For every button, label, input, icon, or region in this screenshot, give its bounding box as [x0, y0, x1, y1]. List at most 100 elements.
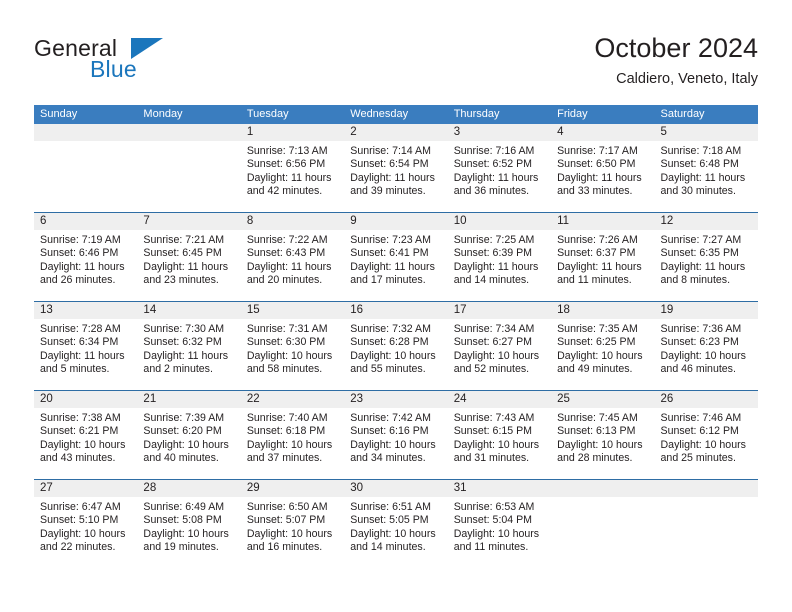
daylight-text-line1: Daylight: 11 hours	[557, 171, 642, 184]
sunset-text: Sunset: 6:23 PM	[660, 336, 739, 349]
day-number-7[interactable]: 7	[137, 213, 240, 230]
day-number-4[interactable]: 4	[551, 124, 654, 141]
day-cell-8[interactable]: Sunrise: 7:22 AM Sunset: 6:43 PM Daylight:…	[241, 230, 344, 301]
daylight-text-line2: and 36 minutes.	[453, 184, 530, 197]
daylight-text-line1: Daylight: 11 hours	[453, 260, 539, 273]
day-number-9[interactable]: 9	[344, 213, 447, 230]
weekday-header-thursday: Thursday	[453, 108, 500, 120]
day-number-17[interactable]: 17	[448, 302, 551, 319]
day-cell-20[interactable]: Sunrise: 7:38 AM Sunset: 6:21 PM Daylight:…	[34, 408, 137, 479]
day-number-10[interactable]: 10	[448, 213, 551, 230]
day-number-19[interactable]: 19	[655, 302, 758, 319]
day-number-5[interactable]: 5	[655, 124, 758, 141]
weekday-header-saturday: Saturday	[660, 108, 705, 120]
day-number-12[interactable]: 12	[655, 213, 758, 230]
day-number-26[interactable]: 26	[655, 391, 758, 408]
day-number-18[interactable]: 18	[551, 302, 654, 319]
sunset-text: Sunset: 6:37 PM	[557, 247, 636, 260]
sunset-text: Sunset: 6:28 PM	[350, 336, 429, 349]
day-cell-28[interactable]: Sunrise: 6:49 AM Sunset: 5:08 PM Daylight:…	[137, 497, 240, 568]
day-number-31[interactable]: 31	[448, 480, 551, 497]
daylight-text-line1: Daylight: 10 hours	[453, 349, 540, 362]
day-number-15[interactable]: 15	[241, 302, 344, 319]
day-cell-5[interactable]: Sunrise: 7:18 AM Sunset: 6:48 PM Daylight:…	[655, 141, 758, 212]
day-cell-3[interactable]: Sunrise: 7:16 AM Sunset: 6:52 PM Daylight:…	[448, 141, 551, 212]
daylight-text-line1: Daylight: 10 hours	[246, 438, 333, 451]
masthead: General Blue October 2024 Caldiero, Vene…	[34, 32, 758, 96]
daylight-text-line1: Daylight: 10 hours	[453, 527, 540, 540]
day-cell-7[interactable]: Sunrise: 7:21 AM Sunset: 6:45 PM Daylight:…	[137, 230, 240, 301]
day-number-11[interactable]: 11	[551, 213, 654, 230]
sunrise-text: Sunrise: 7:39 AM	[143, 412, 225, 424]
day-cell-24[interactable]: Sunrise: 7:43 AM Sunset: 6:15 PM Daylight:…	[448, 408, 551, 479]
sunset-text: Sunset: 5:05 PM	[350, 514, 429, 527]
day-number-13[interactable]: 13	[34, 302, 137, 319]
brand-logo[interactable]: General Blue	[34, 32, 274, 90]
daylight-text-line2: and 58 minutes.	[246, 362, 323, 375]
daylight-text-line2: and 11 minutes.	[557, 273, 632, 286]
sunrise-text: Sunrise: 7:42 AM	[350, 412, 431, 424]
daylight-text-line1: Daylight: 11 hours	[350, 260, 435, 273]
sunrise-text: Sunrise: 6:51 AM	[350, 501, 431, 513]
day-cell-17[interactable]: Sunrise: 7:34 AM Sunset: 6:27 PM Daylight:…	[448, 319, 551, 390]
daylight-text-line1: Daylight: 10 hours	[350, 349, 436, 362]
day-cell-9[interactable]: Sunrise: 7:23 AM Sunset: 6:41 PM Daylight:…	[344, 230, 447, 301]
sunset-text: Sunset: 6:52 PM	[453, 158, 533, 171]
day-cell-2[interactable]: Sunrise: 7:14 AM Sunset: 6:54 PM Daylight:…	[344, 141, 447, 212]
day-number-24[interactable]: 24	[448, 391, 551, 408]
day-number-20[interactable]: 20	[34, 391, 137, 408]
day-cell-10[interactable]: Sunrise: 7:25 AM Sunset: 6:39 PM Daylight:…	[448, 230, 551, 301]
day-cell-1[interactable]: Sunrise: 7:13 AM Sunset: 6:56 PM Daylight:…	[241, 141, 344, 212]
daylight-text-line2: and 40 minutes.	[143, 451, 219, 464]
day-number-29[interactable]: 29	[241, 480, 344, 497]
daylight-text-line1: Daylight: 11 hours	[453, 171, 539, 184]
sunset-text: Sunset: 6:46 PM	[40, 247, 119, 260]
day-cell-31[interactable]: Sunrise: 6:53 AM Sunset: 5:04 PM Daylight:…	[448, 497, 551, 568]
day-cell-4[interactable]: Sunrise: 7:17 AM Sunset: 6:50 PM Daylight:…	[551, 141, 654, 212]
daylight-text-line1: Daylight: 11 hours	[557, 260, 642, 273]
day-cell-15[interactable]: Sunrise: 7:31 AM Sunset: 6:30 PM Daylight:…	[241, 319, 344, 390]
day-cell-18[interactable]: Sunrise: 7:35 AM Sunset: 6:25 PM Daylight:…	[551, 319, 654, 390]
day-cell-14[interactable]: Sunrise: 7:30 AM Sunset: 6:32 PM Daylight:…	[137, 319, 240, 390]
day-number-27[interactable]: 27	[34, 480, 137, 497]
day-cell-6[interactable]: Sunrise: 7:19 AM Sunset: 6:46 PM Daylight:…	[34, 230, 137, 301]
day-number-21[interactable]: 21	[137, 391, 240, 408]
day-cell-11[interactable]: Sunrise: 7:26 AM Sunset: 6:37 PM Daylight:…	[551, 230, 654, 301]
sunrise-text: Sunrise: 7:16 AM	[453, 145, 535, 157]
day-number-band: 6 7 8 9 10 11 12	[34, 213, 758, 230]
day-number-6[interactable]: 6	[34, 213, 137, 230]
day-number-2[interactable]: 2	[344, 124, 447, 141]
day-number-25[interactable]: 25	[551, 391, 654, 408]
day-number-3[interactable]: 3	[448, 124, 551, 141]
day-cell-21[interactable]: Sunrise: 7:39 AM Sunset: 6:20 PM Daylight:…	[137, 408, 240, 479]
daylight-text-line1: Daylight: 11 hours	[40, 349, 125, 362]
sunrise-text: Sunrise: 7:43 AM	[453, 412, 535, 424]
page-subtitle: Caldiero, Veneto, Italy	[616, 71, 758, 87]
day-number-22[interactable]: 22	[241, 391, 344, 408]
sunrise-text: Sunrise: 7:36 AM	[660, 323, 742, 335]
day-number-1[interactable]: 1	[241, 124, 344, 141]
daylight-text-line1: Daylight: 10 hours	[40, 438, 126, 451]
day-cell-29[interactable]: Sunrise: 6:50 AM Sunset: 5:07 PM Daylight:…	[241, 497, 344, 568]
day-cell-25[interactable]: Sunrise: 7:45 AM Sunset: 6:13 PM Daylight:…	[551, 408, 654, 479]
day-cell-30[interactable]: Sunrise: 6:51 AM Sunset: 5:05 PM Daylight:…	[344, 497, 447, 568]
day-number-30[interactable]: 30	[344, 480, 447, 497]
sunrise-text: Sunrise: 7:35 AM	[557, 323, 638, 335]
sunset-text: Sunset: 6:54 PM	[350, 158, 429, 171]
day-number-8[interactable]: 8	[241, 213, 344, 230]
day-cell-27[interactable]: Sunrise: 6:47 AM Sunset: 5:10 PM Daylight:…	[34, 497, 137, 568]
day-cell-26[interactable]: Sunrise: 7:46 AM Sunset: 6:12 PM Daylight:…	[655, 408, 758, 479]
day-cell-16[interactable]: Sunrise: 7:32 AM Sunset: 6:28 PM Daylight:…	[344, 319, 447, 390]
day-cell-13[interactable]: Sunrise: 7:28 AM Sunset: 6:34 PM Daylight:…	[34, 319, 137, 390]
day-number-23[interactable]: 23	[344, 391, 447, 408]
day-number-14[interactable]: 14	[137, 302, 240, 319]
daylight-text-line2: and 20 minutes.	[246, 273, 323, 286]
day-cell-23[interactable]: Sunrise: 7:42 AM Sunset: 6:16 PM Daylight:…	[344, 408, 447, 479]
sunset-text: Sunset: 6:13 PM	[557, 425, 636, 438]
daylight-text-line2: and 34 minutes.	[350, 451, 426, 464]
day-cell-22[interactable]: Sunrise: 7:40 AM Sunset: 6:18 PM Daylight:…	[241, 408, 344, 479]
day-number-16[interactable]: 16	[344, 302, 447, 319]
day-cell-12[interactable]: Sunrise: 7:27 AM Sunset: 6:35 PM Daylight:…	[655, 230, 758, 301]
day-cell-19[interactable]: Sunrise: 7:36 AM Sunset: 6:23 PM Daylight:…	[655, 319, 758, 390]
day-number-28[interactable]: 28	[137, 480, 240, 497]
